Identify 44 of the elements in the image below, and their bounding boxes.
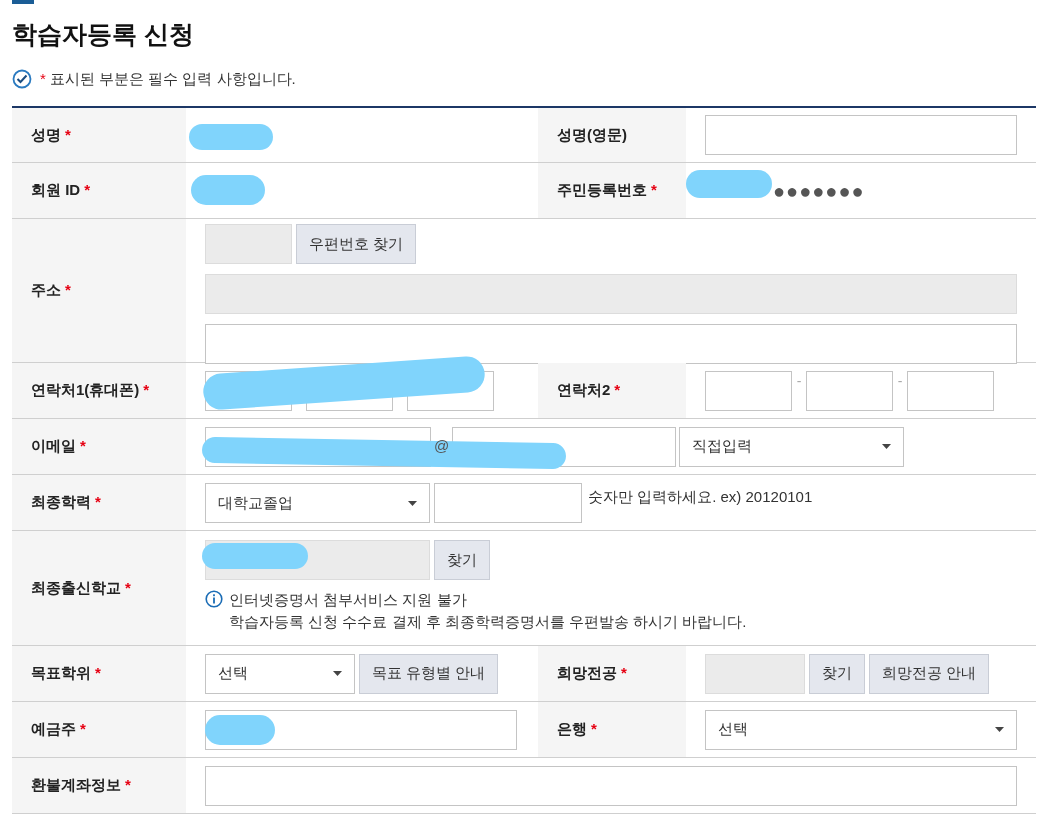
action-button[interactable]: 찾기 [434,540,490,580]
field-label: 최종학력 * [31,492,101,513]
hint-text: 숫자만 입력하세요. ex) 20120101 [588,487,813,507]
field-label: 회원 ID * [31,180,90,201]
check-circle-icon [12,68,32,89]
field-label: 최종출신학교 * [31,577,131,598]
field-label: 예금주 * [31,719,86,740]
at-sign: @ [434,436,450,457]
separator: - [795,372,803,391]
required-notice: * 표시된 부분은 필수 입력 사항입니다. [40,68,296,89]
action-button[interactable]: 희망전공 안내 [869,653,990,694]
caret-icon [995,727,1004,732]
field-label: 이메일 * [31,436,86,457]
field-label: 환불계좌정보 * [31,775,131,796]
field-label: 희망전공 * [557,663,627,684]
info-text: 인터넷증명서 첨부서비스 지원 불가 [229,590,468,610]
field-label: 주소 * [31,280,71,301]
action-button[interactable]: 우편번호 찾기 [296,224,417,264]
readonly-field[interactable] [205,274,1017,314]
field-label: 성명(영문) [557,124,627,145]
caret-icon [408,500,417,506]
readonly-field[interactable] [205,224,292,264]
redaction-overlay [205,715,275,745]
select-dropdown[interactable]: 대학교졸업 [205,483,430,523]
field-label: 은행 * [557,719,597,740]
select-dropdown[interactable]: 직접입력 [679,426,905,467]
action-button[interactable]: 찾기 [809,653,865,694]
field-label: 연락처1(휴대폰) * [31,380,150,401]
select-dropdown[interactable]: 선택 [705,709,1017,750]
masked-number: ●●●●●●● [773,178,865,204]
readonly-field[interactable] [705,653,805,694]
field-label: 주민등록번호 * [557,180,657,201]
page-title: 학습자등록 신청 [12,19,195,50]
select-dropdown[interactable]: 선택 [205,653,355,694]
action-button[interactable]: 목표 유형별 안내 [359,653,499,694]
info-icon [205,590,223,608]
field-label: 목표학위 * [31,663,101,684]
field-label: 연락처2 * [557,380,621,401]
info-text: 학습자등록 신청 수수료 결제 후 최종학력증명서를 우편발송 하시기 바랍니다. [229,612,747,632]
caret-icon [333,671,342,676]
separator: - [896,372,904,391]
accent-bar [12,0,34,4]
field-label: 성명 * [31,124,71,145]
caret-icon [882,444,892,449]
